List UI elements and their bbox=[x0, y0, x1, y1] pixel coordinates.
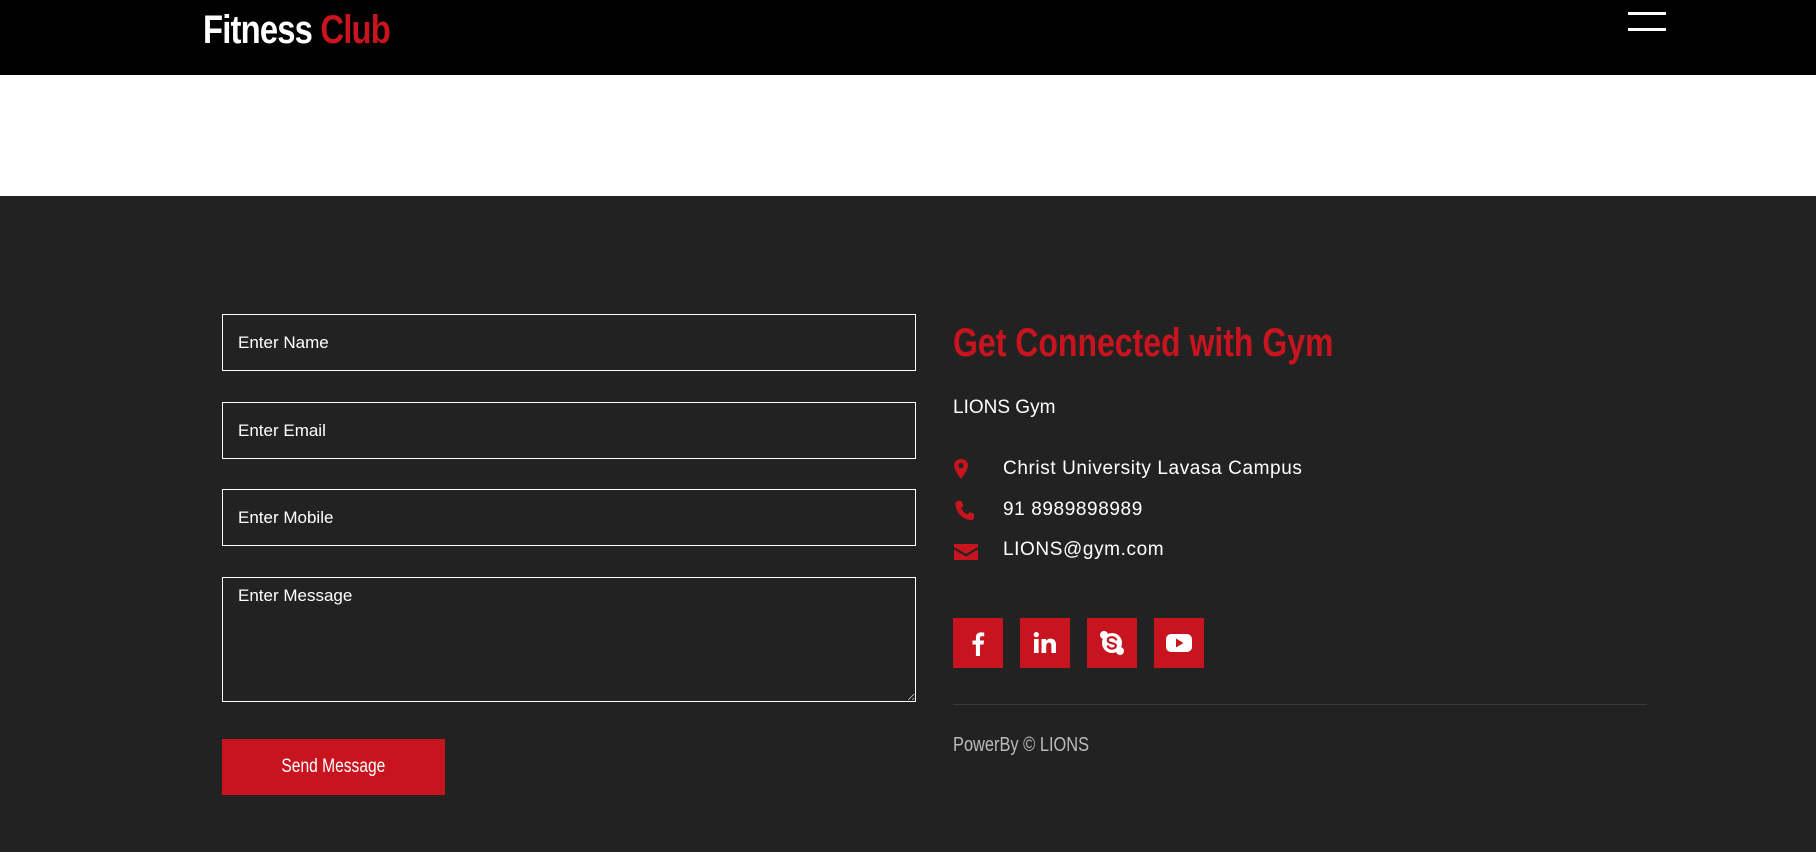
linkedin-button[interactable] bbox=[1020, 618, 1070, 668]
message-textarea[interactable] bbox=[222, 577, 916, 702]
contact-heading: Get Connected with Gym bbox=[953, 321, 1334, 365]
hamburger-line bbox=[1628, 12, 1666, 15]
hamburger-menu-icon[interactable] bbox=[1628, 12, 1666, 34]
email-input[interactable] bbox=[222, 402, 916, 459]
hamburger-line bbox=[1628, 28, 1666, 31]
send-message-label: Send Message bbox=[281, 756, 386, 777]
footer-divider bbox=[953, 704, 1647, 705]
brand-logo[interactable]: Fitness Club bbox=[203, 6, 391, 54]
brand-word-fitness: Fitness bbox=[203, 8, 313, 52]
map-marker-icon bbox=[954, 459, 968, 479]
name-input[interactable] bbox=[222, 314, 916, 371]
youtube-button[interactable] bbox=[1154, 618, 1204, 668]
envelope-icon bbox=[954, 544, 978, 560]
top-navbar: Fitness Club bbox=[0, 0, 1816, 75]
address-text: Christ University Lavasa Campus bbox=[1003, 458, 1303, 479]
facebook-icon bbox=[972, 632, 985, 656]
linkedin-icon bbox=[1033, 632, 1056, 653]
content-area bbox=[0, 75, 1816, 196]
youtube-icon bbox=[1166, 634, 1192, 652]
send-message-button[interactable]: Send Message bbox=[222, 739, 445, 795]
powered-by-text: PowerBy © LIONS bbox=[953, 734, 1090, 756]
phone-icon bbox=[955, 501, 974, 520]
gym-name: LIONS Gym bbox=[953, 397, 1056, 418]
facebook-button[interactable] bbox=[953, 618, 1003, 668]
brand-word-club: Club bbox=[320, 8, 390, 52]
email-text: LIONS@gym.com bbox=[1003, 539, 1165, 560]
skype-button[interactable] bbox=[1087, 618, 1137, 668]
mobile-input[interactable] bbox=[222, 489, 916, 546]
skype-icon bbox=[1100, 631, 1124, 655]
phone-text: 91 8989898989 bbox=[1003, 499, 1143, 520]
